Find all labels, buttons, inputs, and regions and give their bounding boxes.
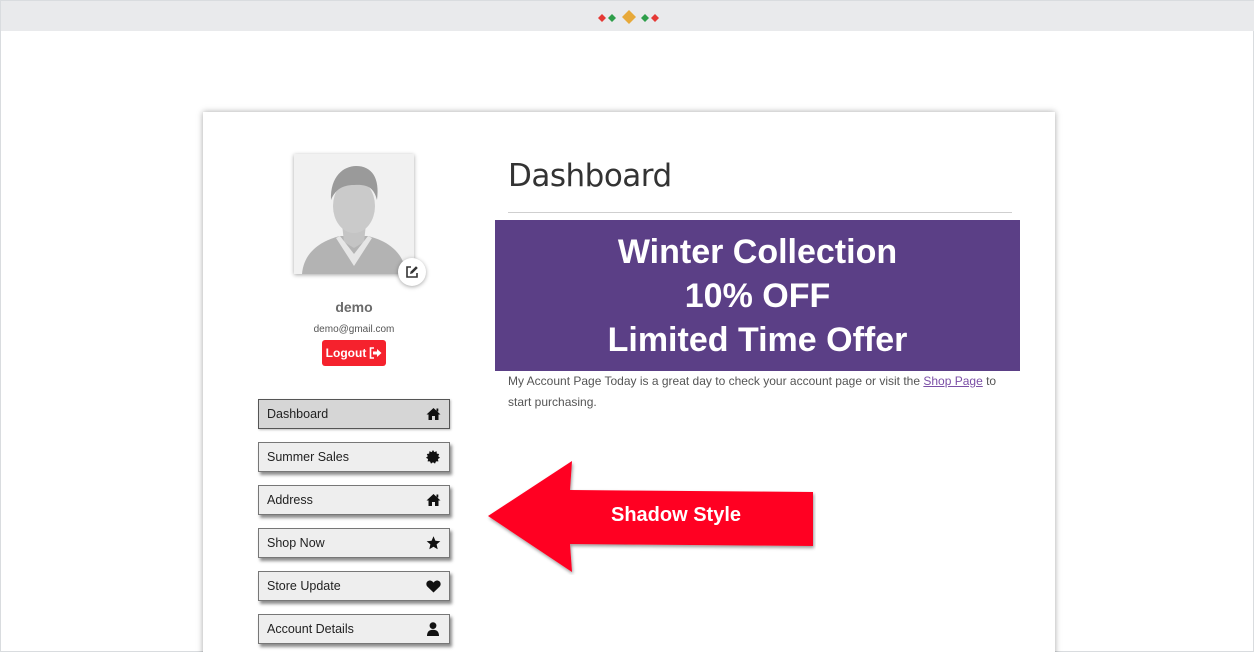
banner-line-3: Limited Time Offer bbox=[607, 320, 908, 359]
callout-label: Shadow Style bbox=[610, 504, 742, 526]
menu-item-store-update[interactable]: Store Update bbox=[258, 571, 450, 601]
profile-username: demo bbox=[335, 299, 373, 315]
home-icon bbox=[425, 406, 441, 422]
heart-icon bbox=[425, 578, 441, 594]
brand-diamonds-icon bbox=[598, 10, 659, 24]
promo-banner: Winter Collection 10% OFF Limited Time O… bbox=[495, 220, 1020, 371]
menu-item-label: Account Details bbox=[267, 622, 354, 636]
menu-item-label: Shop Now bbox=[267, 536, 325, 550]
intro-text-before: My Account Page Today is a great day to … bbox=[508, 374, 924, 388]
home-icon bbox=[425, 492, 441, 508]
banner-line-1: Winter Collection bbox=[617, 232, 898, 271]
menu-item-shop-now[interactable]: Shop Now bbox=[258, 528, 450, 558]
menu-item-summer-sales[interactable]: Summer Sales bbox=[258, 442, 450, 472]
menu-item-account-details[interactable]: Account Details bbox=[258, 614, 450, 644]
sign-out-icon bbox=[370, 347, 382, 359]
user-icon bbox=[425, 621, 441, 637]
page-title: Dashboard bbox=[508, 158, 672, 194]
title-divider bbox=[508, 212, 1012, 213]
edit-square-icon bbox=[406, 266, 418, 278]
menu-item-label: Summer Sales bbox=[267, 450, 349, 464]
menu-item-label: Store Update bbox=[267, 579, 341, 593]
menu-item-dashboard[interactable]: Dashboard bbox=[258, 399, 450, 429]
shop-page-link[interactable]: Shop Page bbox=[923, 374, 982, 388]
dashboard-intro-text: My Account Page Today is a great day to … bbox=[508, 371, 1018, 413]
star-icon bbox=[425, 535, 441, 551]
browser-top-bar bbox=[1, 1, 1254, 31]
logout-label: Logout bbox=[325, 346, 367, 360]
menu-item-label: Dashboard bbox=[267, 407, 329, 421]
avatar bbox=[294, 154, 414, 274]
user-silhouette-icon bbox=[294, 154, 414, 274]
menu-item-address[interactable]: Address bbox=[258, 485, 450, 515]
logout-button[interactable]: Logout bbox=[322, 340, 386, 366]
profile-email: demo@gmail.com bbox=[313, 324, 395, 335]
badge-icon bbox=[425, 449, 441, 465]
banner-line-2: 10% OFF bbox=[684, 276, 831, 315]
edit-avatar-button[interactable] bbox=[398, 258, 426, 286]
menu-item-label: Address bbox=[267, 493, 313, 507]
